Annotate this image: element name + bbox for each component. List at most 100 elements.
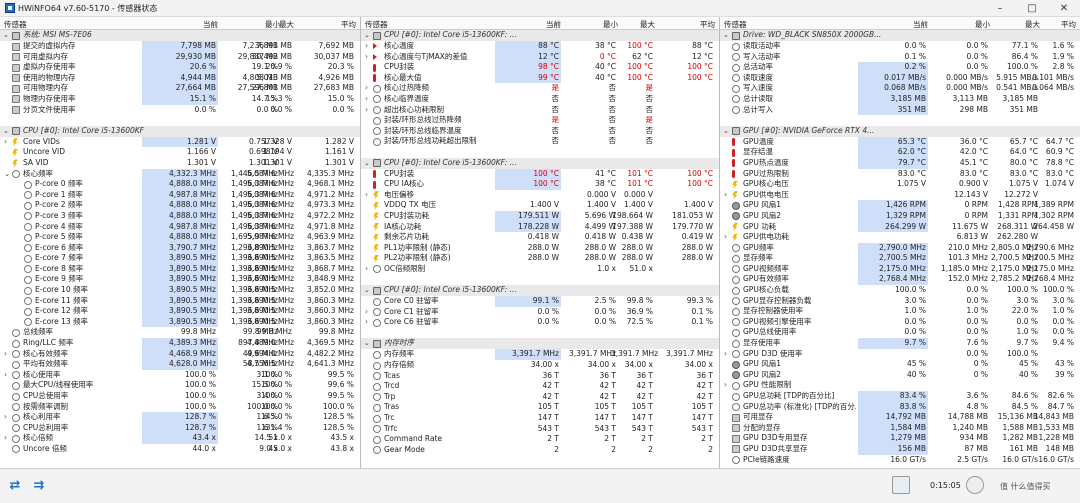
nav-left-icon[interactable]: ⇄	[6, 478, 24, 493]
sensor-row[interactable]: GPU有效频率 2,768.4 MHz 152.0 MHz 2,785.2 MHz 2,…	[720, 274, 1080, 286]
sensor-row[interactable]: 封装/环形总线功耗超出限制 否 否 否	[361, 136, 719, 147]
sensor-row[interactable]: 总活动率 0.2 % 0.0 % 100.0 % 2.8 %	[720, 62, 1080, 73]
sensor-row[interactable]: GPU视频频率 2,175.0 MHz 1,185.0 MHz 2,175.0 MHz…	[720, 263, 1080, 275]
sensor-row[interactable]: Trcd 42 T 42 T 42 T 42 T	[361, 381, 719, 392]
sensor-group-header[interactable]: ⌄ 内存时序	[361, 338, 719, 350]
sensor-row[interactable]: E-core 12 频率 3,890.5 MHz 1,396.6 MHz 3,890.…	[0, 306, 360, 317]
expand-chevron-icon[interactable]: ›	[365, 52, 368, 63]
header-current[interactable]: 当前	[858, 19, 928, 30]
sensor-row[interactable]: › Core VIDs 1.281 V 0.757 V 1.328 V 1.282 V	[0, 136, 360, 148]
sensor-row[interactable]: CPU封装 98 °C 40 °C 100 °C 100 °C	[361, 62, 719, 73]
header-sensor[interactable]: 传感器	[365, 19, 388, 30]
sensor-row[interactable]: GPU频率 2,790.0 MHz 210.0 MHz 2,805.0 MHz 2,79…	[720, 242, 1080, 254]
sensor-row[interactable]: 显存结温 62.0 °C 42.0 °C 64.0 °C 60.9 °C	[720, 147, 1080, 158]
sensor-row[interactable]: Uncore VID 1.166 V 0.698 V 1.194 V 1.161 V	[0, 147, 360, 158]
sensor-row[interactable]: 虚拟内存使用率 20.6 % 19.1 % 20.9 % 20.3 %	[0, 62, 360, 73]
sensor-group-header[interactable]: ⌄ Drive: WD_BLACK SN850X 2000GB...	[720, 30, 1080, 41]
sensor-panel-1[interactable]: 传感器 当前 最小 最大 平均 ⌄ 系统: MSI MS-7E06 提交的虚拟内存 7,798 …	[0, 17, 361, 468]
expand-chevron-icon[interactable]: ›	[4, 349, 7, 360]
sensor-row[interactable]: P-core 2 频率 4,888.0 MHz 1,496.3 MHz 5,087.6…	[0, 200, 360, 211]
sensor-row[interactable]: › GPU供电功耗 6.813 W 262.280 W	[720, 232, 1080, 243]
sensor-row[interactable]: GPU热点温度 79.7 °C 45.1 °C 80.0 °C 78.8 °C	[720, 157, 1080, 169]
sensor-row[interactable]: › 核心倍频 43.4 x 14.5 x 51.0 x 43.5 x	[0, 433, 360, 444]
sensor-row[interactable]: 剩余芯片功耗 0.418 W 0.418 W 0.438 W 0.419 W	[361, 232, 719, 243]
sensor-row[interactable]: › 核心临界温度 否 否 否	[361, 94, 719, 105]
expand-chevron-icon[interactable]: ›	[4, 433, 7, 444]
expand-chevron-icon[interactable]: ›	[365, 190, 368, 201]
expand-chevron-icon[interactable]: ›	[365, 307, 368, 318]
sensor-row[interactable]: 总计写入 351 MB 298 MB 351 MB	[720, 104, 1080, 116]
sensor-row[interactable]: VDDQ TX 电压 1.400 V 1.400 V 1.400 V 1.400 V	[361, 200, 719, 211]
expand-chevron-icon[interactable]: ›	[365, 41, 368, 52]
sensor-row[interactable]: GPU 风扇2 40 % 0 % 40 % 39 %	[720, 370, 1080, 381]
sensor-row[interactable]: SA VID 1.301 V 1.301 V 1.301 V 1.301 V	[0, 158, 360, 169]
header-avg[interactable]: 平均	[296, 19, 356, 30]
sensor-row[interactable]: E-core 7 频率 3,890.5 MHz 1,396.6 MHz 3,890.5…	[0, 253, 360, 264]
sensor-panel-2[interactable]: 传感器 当前 最小 最大 平均 ⌄ CPU [#0]: Intel Core i5-1360…	[361, 17, 720, 468]
sensor-row[interactable]: E-core 10 频率 3,890.5 MHz 1,396.6 MHz 3,890.…	[0, 285, 360, 296]
expand-chevron-icon[interactable]: ›	[365, 317, 368, 328]
minimize-icon[interactable]: –	[984, 0, 1016, 17]
sensor-row[interactable]: › GPU供电电压 12.143 V 12.272 V	[720, 190, 1080, 201]
expand-chevron-icon[interactable]: ›	[365, 264, 368, 275]
clock-icon[interactable]	[966, 476, 984, 494]
sensor-row[interactable]: › Core C6 驻留率 0.0 % 0.0 % 72.5 % 0.1 %	[361, 317, 719, 328]
sensor-row[interactable]: › GPU D3D 使用率 0.0 % 100.0 %	[720, 349, 1080, 360]
sensor-row[interactable]: › 超出核心功耗限制 否 否 否	[361, 105, 719, 116]
sensor-group-header[interactable]: ⌄ CPU [#0]: Intel Core i5-13600KF: ...	[361, 285, 719, 297]
sensor-row[interactable]: GPU总线使用率 0.0 % 0.0 % 1.0 % 0.0 %	[720, 327, 1080, 338]
sensor-row[interactable]: 内存频率 3,391.7 MHz 3,391.7 MHz 3,391.7 MHz 3,3…	[361, 349, 719, 361]
sensor-row[interactable]: CPU IA核心 100 °C 38 °C 101 °C 100 °C	[361, 179, 719, 190]
sensor-row[interactable]: 提交的虚拟内存 7,798 MB 7,236 MB 7,891 MB 7,692 MB	[0, 41, 360, 52]
sensor-row[interactable]: P-core 1 频率 4,987.8 MHz 1,496.3 MHz 5,087.6…	[0, 189, 360, 201]
sensor-row[interactable]: 封装/环形总线临界温度 否 否 否	[361, 126, 719, 137]
sensor-row[interactable]: 物理内存使用率 15.1 % 14.7 % 15.3 % 15.0 %	[0, 93, 360, 105]
sensor-row[interactable]: 按需频率调制 100.0 % 100.0 % 100.0 % 100.0 %	[0, 402, 360, 413]
sensor-row[interactable]: E-core 13 频率 3,890.5 MHz 1,396.6 MHz 3,890.…	[0, 316, 360, 328]
collapse-chevron-icon[interactable]: ⌄	[723, 126, 729, 137]
expand-chevron-icon[interactable]: ›	[724, 190, 727, 201]
sensor-row[interactable]: E-core 11 频率 3,890.5 MHz 1,396.6 MHz 3,890.…	[0, 295, 360, 307]
sensor-row[interactable]: GPU核心电压 1.075 V 0.900 V 1.075 V 1.074 V	[720, 179, 1080, 190]
expand-chevron-icon[interactable]: ›	[365, 94, 368, 105]
sensor-row[interactable]: E-core 6 频率 3,790.7 MHz 1,296.8 MHz 3,890.5…	[0, 242, 360, 254]
expand-chevron-icon[interactable]: ›	[4, 370, 7, 381]
sensor-row[interactable]: GPU显存控制器负载 3.0 % 0.0 % 3.0 % 3.0 %	[720, 296, 1080, 307]
sensor-row[interactable]: PCIe链路速度 16.0 GT/s 2.5 GT/s 16.0 GT/s 16.0 G…	[720, 455, 1080, 466]
collapse-chevron-icon[interactable]: ⌄	[364, 30, 370, 41]
sensor-row[interactable]: P-core 0 频率 4,888.0 MHz 1,496.3 MHz 5,087.6…	[0, 179, 360, 190]
sensor-row[interactable]: 写入速度 0.068 MB/s 0.000 MB/s 0.541 MB/s 0.064 …	[720, 83, 1080, 94]
sensor-row[interactable]: P-core 3 频率 4,888.0 MHz 1,496.3 MHz 5,087.6…	[0, 210, 360, 222]
sensor-row[interactable]: 平均有效频率 4,628.0 MHz 58.5 MHz 4,756.5 MHz 4,64…	[0, 359, 360, 370]
sensor-row[interactable]: GPU过热限制 83.0 °C 83.0 °C 83.0 °C 83.0 °C	[720, 169, 1080, 180]
sensor-row[interactable]: IA核心功耗 178.228 W 4.499 W 197.388 W 179.770 W	[361, 221, 719, 233]
expand-chevron-icon[interactable]: ›	[365, 83, 368, 94]
sensor-row[interactable]: 读取速度 0.017 MB/s 0.000 MB/s 5.915 MB/s 0.101 …	[720, 72, 1080, 84]
sensor-row[interactable]: 总线频率 99.8 MHz 99.8 MHz 99.8 MHz 99.8 MHz	[0, 327, 360, 338]
sensor-group-header[interactable]: ⌄ CPU [#0]: Intel Core i5-13600KF	[0, 125, 360, 137]
sensor-row[interactable]: 使用的物理内存 4,944 MB 4,808 MB 5,013 MB 4,926 MB	[0, 72, 360, 84]
sensor-row[interactable]: 分页文件使用率 0.0 % 0.0 % 0.0 % 0.0 %	[0, 105, 360, 116]
collapse-chevron-icon[interactable]: ⌄	[364, 285, 370, 296]
sensor-group-header[interactable]: ⌄ GPU [#0]: NVIDIA GeForce RTX 4...	[720, 125, 1080, 137]
sensor-row[interactable]: 读取活动率 0.0 % 0.0 % 77.1 % 1.6 %	[720, 41, 1080, 52]
sensor-row[interactable]: Gear Mode 2 2 2 2	[361, 445, 719, 456]
sensor-row[interactable]: CPU总使用率 100.0 % 3.4 % 100.0 % 99.5 %	[0, 391, 360, 402]
sensor-row[interactable]: GPU D3D专用显存 1,279 MB 934 MB 1,282 MB 1,228 M…	[720, 433, 1080, 444]
header-max[interactable]: 最大	[611, 19, 655, 30]
sensor-row[interactable]: Ring/LLC 频率 4,389.3 MHz 897.8 MHz 4,489.0 M…	[0, 338, 360, 349]
sensor-row[interactable]: › 核心利用率 128.7 % 1.6 % 145.0 % 128.5 %	[0, 412, 360, 423]
expand-chevron-icon[interactable]: ›	[724, 349, 727, 360]
sensor-row[interactable]: 分配的显存 1,584 MB 1,240 MB 1,588 MB 1,533 MB	[720, 422, 1080, 434]
sensor-row[interactable]: GPU核心负载 100.0 % 0.0 % 100.0 % 100.0 %	[720, 285, 1080, 296]
header-current[interactable]: 当前	[495, 19, 561, 30]
sensor-row[interactable]: › 核心有效频率 4,468.9 MHz 49.6 MHz 4,994.0 MHz 4,4…	[0, 348, 360, 360]
sensor-row[interactable]: GPU 风扇1 1,426 RPM 0 RPM 1,428 RPM 1,389 RPM	[720, 200, 1080, 211]
header-sensor[interactable]: 传感器	[4, 19, 27, 30]
sensor-row[interactable]: 最大CPU/线程使用率 100.0 % 15.5 % 100.0 % 99.6 %	[0, 380, 360, 391]
sensor-row[interactable]: Tras 105 T 105 T 105 T 105 T	[361, 402, 719, 413]
collapse-chevron-icon[interactable]: ⌄	[3, 126, 9, 137]
sensor-row[interactable]: › OC倍频限制 1.0 x 51.0 x	[361, 264, 719, 275]
sensor-row[interactable]: 显存控制器使用率 1.0 % 1.0 % 22.0 % 1.0 %	[720, 306, 1080, 317]
sensor-row[interactable]: › 核心使用率 100.0 % 3.1 % 100.0 % 99.5 %	[0, 370, 360, 381]
